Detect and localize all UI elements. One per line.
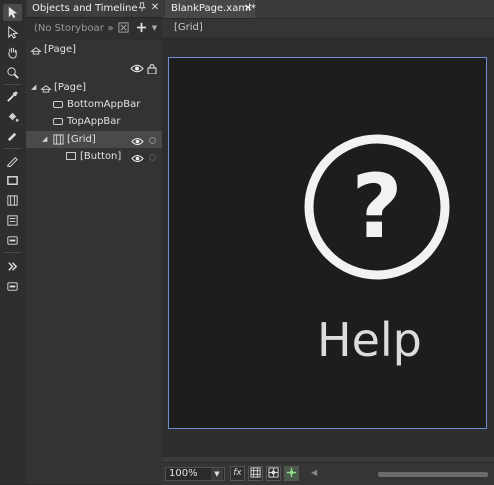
- control-tool-icon[interactable]: [3, 232, 22, 249]
- button-control-icon[interactable]: [3, 278, 22, 295]
- eyedropper-tool-icon[interactable]: [3, 88, 22, 105]
- tree-item-label: [Button]: [80, 151, 122, 162]
- tab-blankpage[interactable]: BlankPage.xaml* ✕: [165, 0, 256, 18]
- snap-to-grid-button[interactable]: [266, 466, 281, 481]
- pin-icon[interactable]: [136, 2, 148, 14]
- visibility-eye-icon[interactable]: [131, 152, 144, 169]
- selection-tool-icon[interactable]: [3, 4, 22, 21]
- page-root-label: [Page]: [44, 44, 77, 55]
- paint-bucket-tool-icon[interactable]: [3, 108, 22, 125]
- button-icon: [66, 152, 76, 160]
- tree-item-label: BottomAppBar: [67, 99, 141, 110]
- expand-arrow-icon[interactable]: ◢: [42, 131, 50, 148]
- expand-arrow-icon[interactable]: ◢: [31, 79, 39, 96]
- tab-objects-timeline[interactable]: Objects and Timeline: [28, 0, 137, 17]
- new-storyboard-icon[interactable]: [135, 22, 148, 35]
- help-button[interactable]: ?: [302, 132, 452, 282]
- objects-timeline-panel: Objects and Timeline ✕ (No Storyboar » ▼…: [26, 0, 162, 484]
- toolbox: [0, 0, 27, 484]
- rectangle-tool-icon[interactable]: [3, 172, 22, 189]
- assets-chevron-icon[interactable]: [3, 258, 22, 275]
- direct-selection-tool-icon[interactable]: [3, 24, 22, 41]
- help-symbol: ?: [351, 155, 402, 258]
- tree-item-grid[interactable]: ◢ [Grid]: [26, 131, 162, 148]
- tree-item-button[interactable]: [Button]: [26, 148, 162, 165]
- scroll-layout-tool-icon[interactable]: [3, 212, 22, 229]
- snaplines-icon: [286, 467, 297, 478]
- breadcrumb-bar: [Grid]: [162, 19, 494, 37]
- page-root-row[interactable]: [Page]: [26, 41, 162, 58]
- close-icon[interactable]: ✕: [149, 2, 161, 14]
- panel-header: Objects and Timeline ✕: [26, 0, 162, 18]
- chevron-down-icon[interactable]: »: [104, 22, 117, 35]
- storyboard-row: (No Storyboar » ▼: [26, 18, 162, 40]
- zoom-dropdown-icon[interactable]: ▼: [211, 468, 223, 480]
- fx-button[interactable]: fx: [230, 466, 245, 481]
- close-tab-icon[interactable]: ✕: [244, 0, 252, 18]
- document-area: BlankPage.xaml* ✕ [Grid] ? Help 100% ▼ f…: [162, 0, 494, 485]
- tree-item-page[interactable]: ◢ [Page]: [26, 79, 162, 96]
- pan-tool-icon[interactable]: [3, 44, 22, 61]
- appbar-icon: [53, 118, 63, 125]
- grid-icon: [250, 467, 261, 478]
- page-root-icon: [30, 44, 42, 61]
- horizontal-scrollbar[interactable]: [378, 472, 488, 477]
- close-storyboard-icon[interactable]: [117, 22, 130, 35]
- tree-item-topappbar[interactable]: TopAppBar: [26, 113, 162, 130]
- design-canvas[interactable]: ? Help: [162, 37, 494, 457]
- scroll-left-icon[interactable]: ◀: [311, 468, 319, 478]
- pen-tool-icon[interactable]: [3, 152, 22, 169]
- tree-item-bottomappbar[interactable]: BottomAppBar: [26, 96, 162, 113]
- appbar-icon: [53, 101, 63, 108]
- help-label: Help: [317, 313, 422, 367]
- status-bar: 100% ▼ fx ◀: [162, 462, 494, 485]
- lock-toggle-icon[interactable]: [149, 137, 156, 144]
- snap-to-snaplines-button[interactable]: [284, 466, 299, 481]
- snap-grid-icon: [268, 467, 279, 478]
- show-grid-button[interactable]: [248, 466, 263, 481]
- tree-item-label: [Grid]: [67, 134, 96, 145]
- tree-item-label: [Page]: [54, 82, 87, 93]
- breadcrumb[interactable]: [Grid]: [170, 21, 207, 35]
- zoom-tool-icon[interactable]: [3, 64, 22, 81]
- artboard[interactable]: ? Help: [168, 57, 487, 429]
- tree-item-label: TopAppBar: [67, 116, 121, 127]
- document-tab-bar: BlankPage.xaml* ✕: [162, 0, 494, 19]
- menu-chevron-icon[interactable]: ▼: [148, 22, 161, 35]
- lock-all-icon[interactable]: [147, 63, 157, 77]
- grid-layout-tool-icon[interactable]: [3, 192, 22, 209]
- show-all-eye-icon[interactable]: [130, 64, 144, 76]
- help-circle-icon: ?: [304, 134, 450, 280]
- gradient-tool-icon[interactable]: [3, 128, 22, 145]
- lock-toggle-icon[interactable]: [149, 154, 156, 161]
